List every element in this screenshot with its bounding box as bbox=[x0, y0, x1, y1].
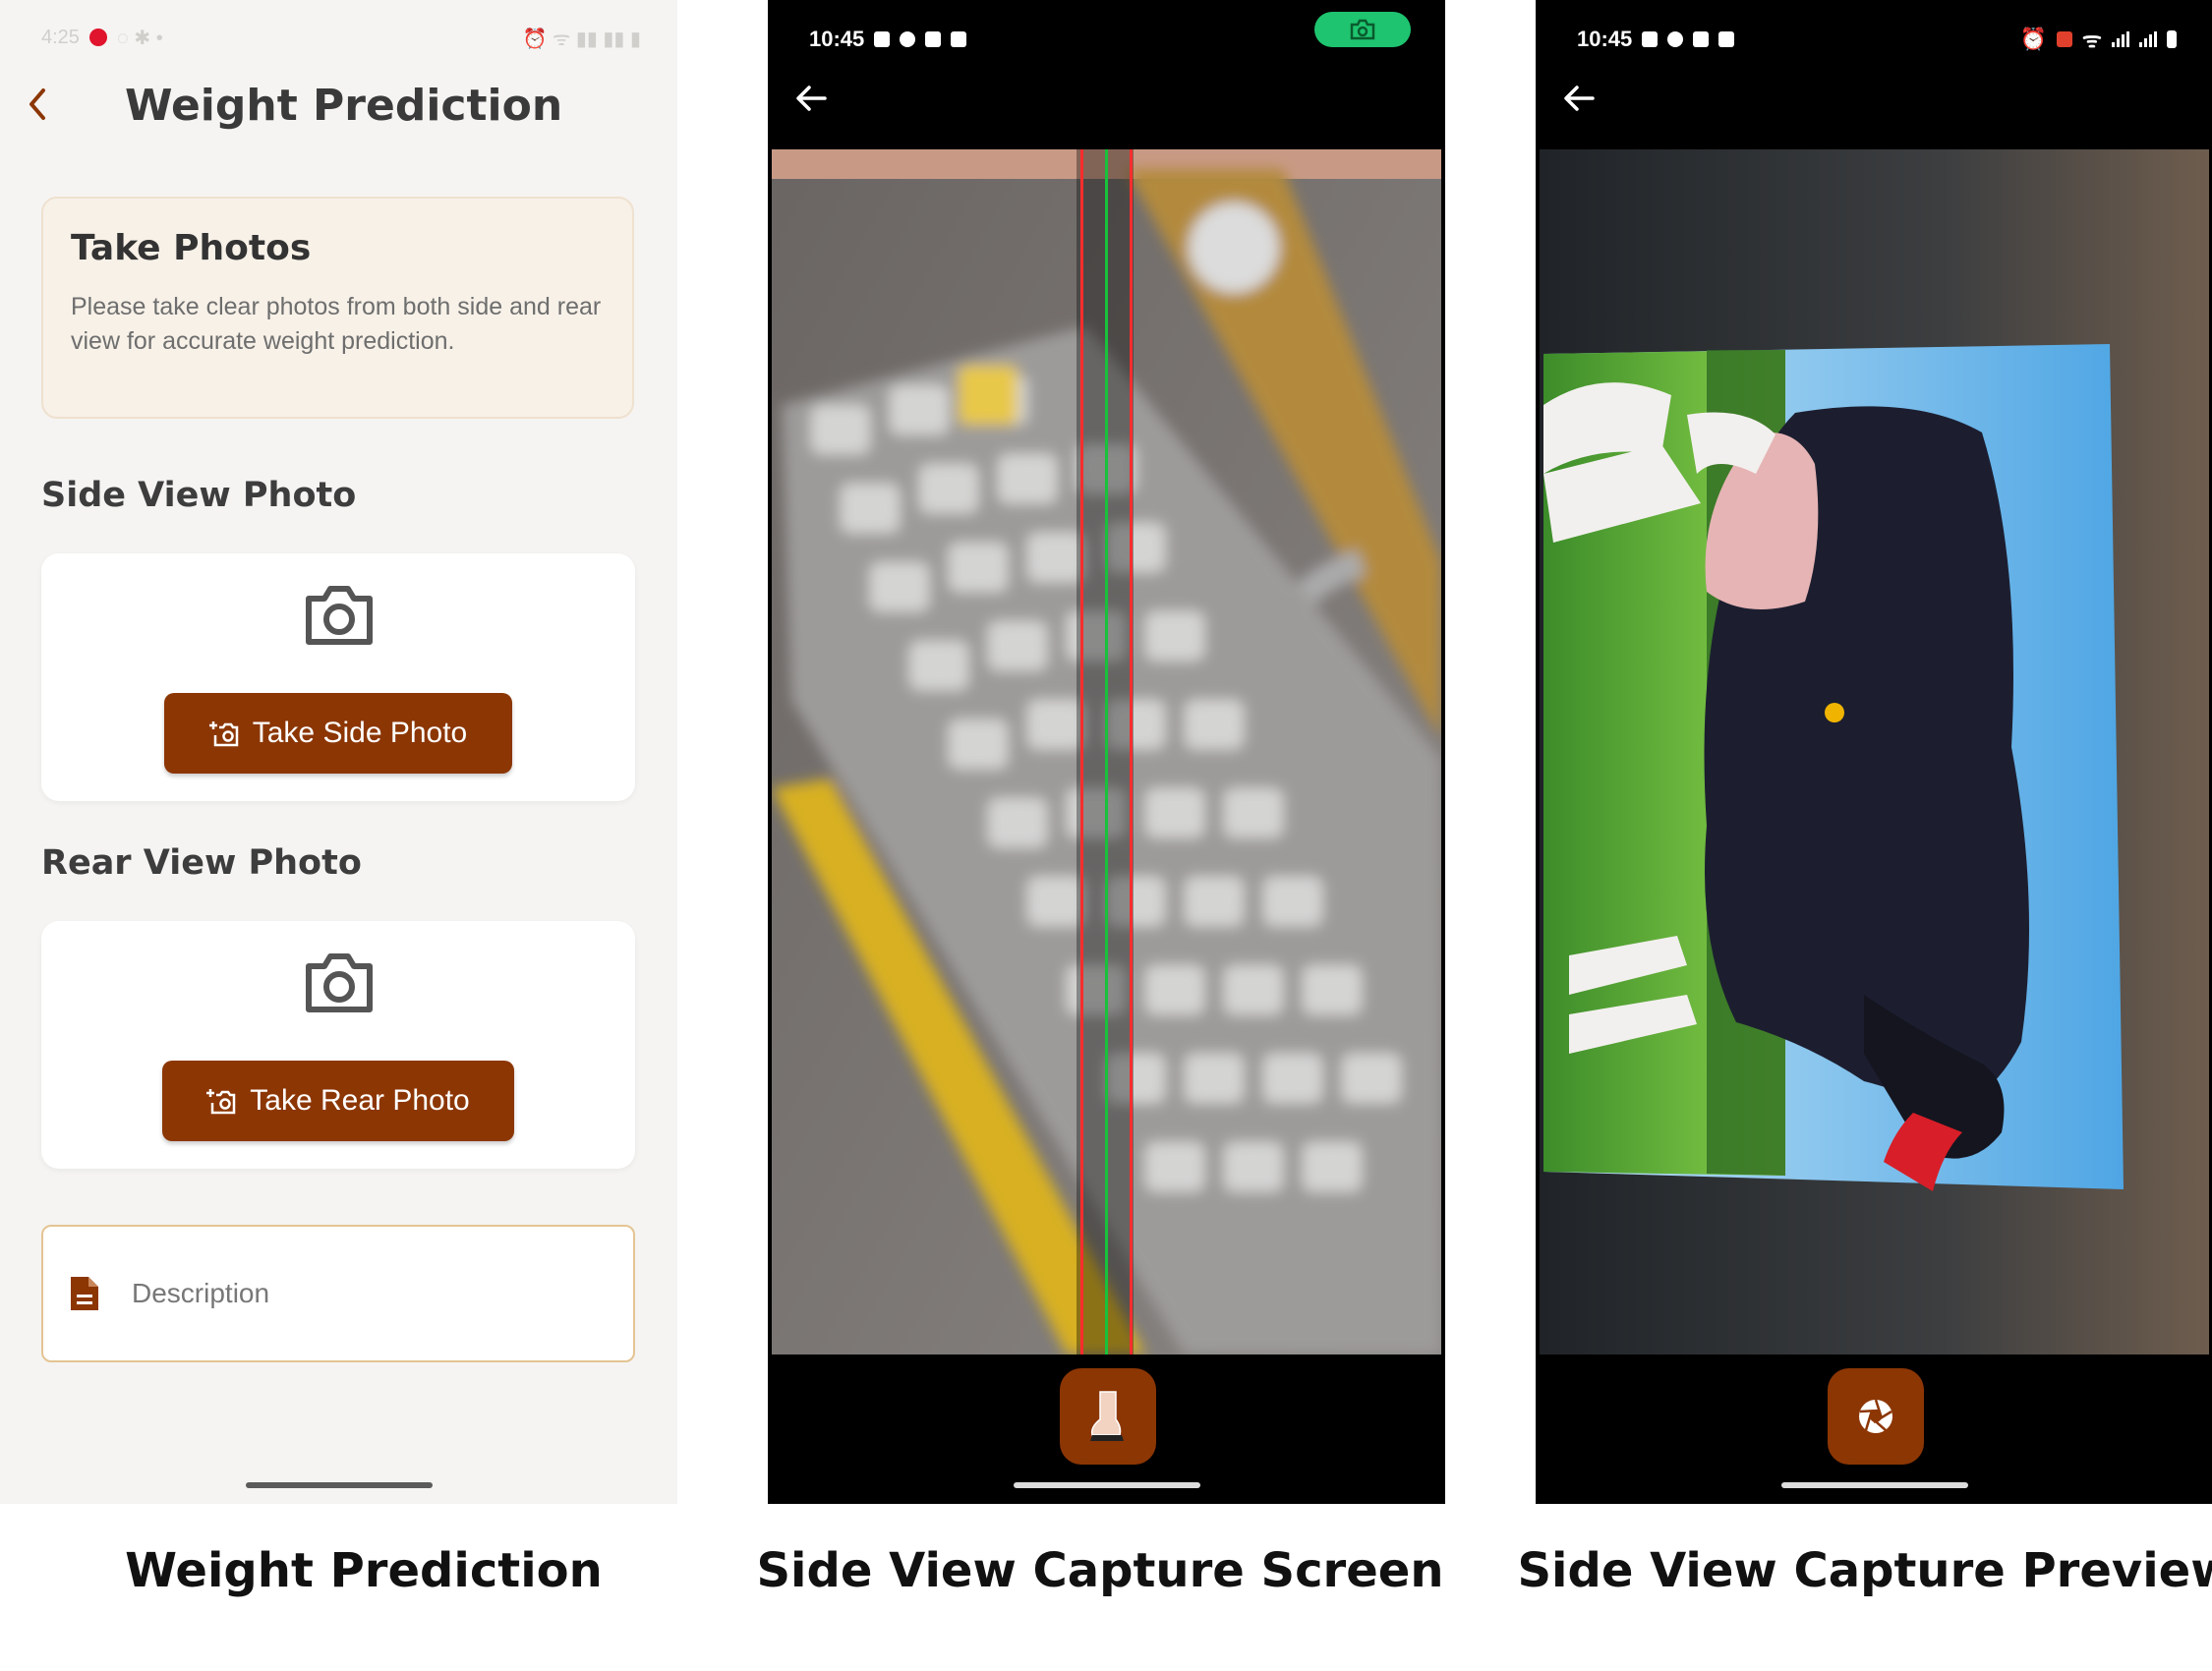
aperture-icon bbox=[1859, 1399, 1892, 1433]
camera-in-use-indicator bbox=[1314, 12, 1411, 47]
camera-icon bbox=[1350, 19, 1375, 40]
rear-photo-card: Take Rear Photo bbox=[41, 921, 635, 1169]
back-arrow-icon[interactable] bbox=[1561, 83, 1597, 114]
document-icon bbox=[71, 1277, 98, 1310]
take-side-photo-button[interactable]: Take Side Photo bbox=[164, 693, 512, 774]
app-icon bbox=[925, 31, 942, 47]
cast-icon bbox=[2056, 31, 2072, 47]
camera-status-icon bbox=[951, 31, 967, 47]
info-card-title: Take Photos bbox=[71, 228, 312, 268]
notification-icon bbox=[88, 29, 107, 46]
capture-button[interactable] bbox=[1828, 1368, 1924, 1465]
side-view-capture-preview: 10:45 ⏰ ᯤ bbox=[1536, 0, 2212, 1504]
signal-icons: ⏰ ᯤ ▮▮ ▮▮ ▮ bbox=[522, 28, 641, 50]
add-photo-icon bbox=[208, 721, 238, 747]
take-rear-photo-button[interactable]: Take Rear Photo bbox=[162, 1061, 514, 1141]
take-side-photo-label: Take Side Photo bbox=[252, 717, 468, 749]
side-view-capture-screen: 10:45 bbox=[768, 0, 1445, 1504]
home-indicator[interactable] bbox=[1780, 1482, 1968, 1488]
camera-viewfinder[interactable] bbox=[772, 149, 1441, 1354]
description-input[interactable] bbox=[130, 1277, 566, 1310]
home-indicator[interactable] bbox=[245, 1482, 433, 1488]
weight-prediction-screen: 4:25 ◌ ✱ • ⏰ ᯤ ▮▮ ▮▮ ▮ Weight Prediction… bbox=[0, 0, 677, 1504]
take-rear-photo-label: Take Rear Photo bbox=[250, 1084, 470, 1117]
leg-icon bbox=[1090, 1391, 1124, 1441]
status-time: 4:25 bbox=[41, 26, 80, 48]
alarm-icon: ⏰ bbox=[2019, 27, 2047, 51]
caption-side-view-capture-preview: Side View Capture Preview bbox=[1517, 1543, 2212, 1598]
info-card-text: Please take clear photos from both side … bbox=[71, 293, 602, 355]
app-icon bbox=[900, 31, 916, 47]
guide-line-right bbox=[1130, 149, 1133, 1354]
wifi-icon: ᯤ bbox=[2081, 28, 2102, 52]
guide-line-center bbox=[1105, 149, 1108, 1354]
caption-side-view-capture-screen: Side View Capture Screen bbox=[756, 1543, 1444, 1598]
rear-view-heading: Rear View Photo bbox=[41, 843, 362, 883]
side-photo-card: Take Side Photo bbox=[41, 553, 635, 801]
video-icon bbox=[1642, 31, 1659, 47]
app-icon bbox=[1667, 31, 1684, 47]
status-time: 10:45 bbox=[1577, 27, 1633, 51]
guide-line-left bbox=[1080, 149, 1083, 1354]
capture-button[interactable] bbox=[1060, 1368, 1156, 1465]
caption-weight-prediction: Weight Prediction bbox=[125, 1543, 603, 1598]
camera-icon bbox=[306, 953, 373, 1012]
home-indicator[interactable] bbox=[1013, 1482, 1200, 1488]
camera-icon bbox=[306, 586, 373, 645]
info-card: Take Photos Please take clear photos fro… bbox=[41, 197, 634, 419]
signal-icon bbox=[2112, 31, 2129, 47]
side-view-heading: Side View Photo bbox=[41, 476, 357, 515]
status-time: 10:45 bbox=[809, 27, 865, 51]
page-title: Weight Prediction bbox=[125, 81, 563, 131]
status-bar: 10:45 ⏰ ᯤ bbox=[1577, 26, 2177, 53]
camera-status-icon bbox=[1718, 31, 1735, 47]
description-field[interactable] bbox=[41, 1225, 635, 1362]
add-photo-icon bbox=[206, 1089, 236, 1115]
status-icons: ◌ ✱ • bbox=[116, 27, 163, 49]
signal-icon bbox=[2139, 31, 2157, 47]
app-icon bbox=[1693, 31, 1710, 47]
status-bar: 4:25 ◌ ✱ • ⏰ ᯤ ▮▮ ▮▮ ▮ bbox=[41, 26, 641, 50]
back-arrow-icon[interactable] bbox=[24, 85, 53, 124]
back-arrow-icon[interactable] bbox=[793, 83, 829, 114]
video-icon bbox=[874, 31, 891, 47]
captured-photo-preview bbox=[1540, 149, 2209, 1354]
battery-icon bbox=[2167, 30, 2177, 48]
marker-dot bbox=[1825, 703, 1844, 722]
cow-photo bbox=[1540, 149, 2209, 1354]
